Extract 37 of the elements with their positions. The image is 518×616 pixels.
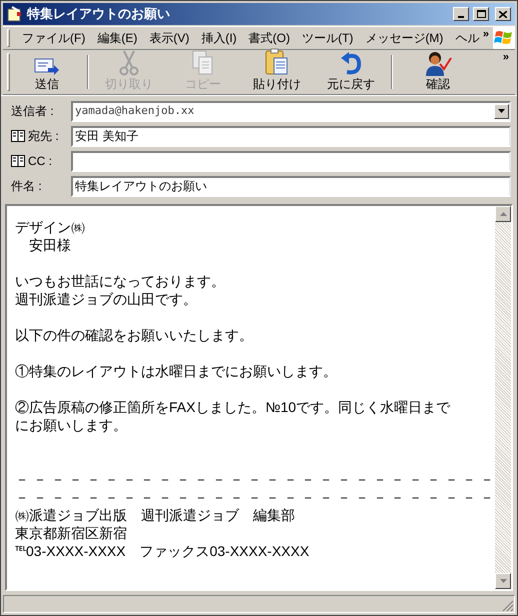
close-icon	[499, 10, 507, 18]
close-button[interactable]	[495, 7, 511, 21]
maximize-button[interactable]	[473, 7, 489, 21]
maximize-icon	[476, 10, 486, 18]
toolbar-button[interactable]: 元に戻す	[327, 77, 375, 91]
menu-item[interactable]: ツール(T)	[296, 29, 360, 47]
resize-grip-icon[interactable]	[502, 600, 514, 612]
input-field[interactable]: 特集レイアウトのお願い	[71, 176, 511, 196]
dropdown-arrow-icon	[498, 109, 505, 113]
field-label: 件名 :	[11, 178, 42, 195]
field-label: 送信者 :	[11, 103, 54, 120]
toolbar-button[interactable]: 貼り付け	[253, 77, 301, 91]
scissors-icon	[119, 50, 139, 76]
toolbar-overflow-button[interactable]: »	[502, 50, 509, 64]
menu-item[interactable]: 書式(O)	[242, 29, 296, 47]
menu-item[interactable]: 編集(E)	[91, 29, 144, 47]
menu-item[interactable]: 表示(V)	[143, 29, 196, 47]
undo-arrow-icon	[339, 52, 363, 76]
toolbar-button[interactable]: 確認	[426, 77, 450, 91]
menu-item[interactable]: ヘル	[449, 29, 483, 47]
input-field[interactable]: 安田 美知子	[71, 126, 511, 146]
field-label: CC :	[28, 153, 52, 170]
sender-dropdown[interactable]: yamada@hakenjob.xx	[71, 100, 511, 122]
minimize-icon	[458, 16, 464, 18]
menu-overflow-button[interactable]: »	[482, 27, 489, 41]
menu-item[interactable]: ファイル(F)	[16, 29, 92, 47]
menu-item[interactable]: メッセージ(M)	[359, 29, 450, 47]
address-book-icon	[11, 155, 25, 167]
address-book-icon	[11, 130, 25, 142]
menu-item[interactable]: 挿入(I)	[195, 29, 243, 47]
field-label: 宛先 :	[28, 128, 59, 145]
copy-icon	[192, 50, 214, 76]
person-check-icon	[424, 50, 452, 76]
minimize-button[interactable]	[453, 7, 469, 21]
toolbar-button[interactable]: 送信	[35, 77, 59, 91]
window-title: 特集レイアウトのお願い	[27, 5, 171, 24]
input-field[interactable]	[71, 150, 511, 172]
